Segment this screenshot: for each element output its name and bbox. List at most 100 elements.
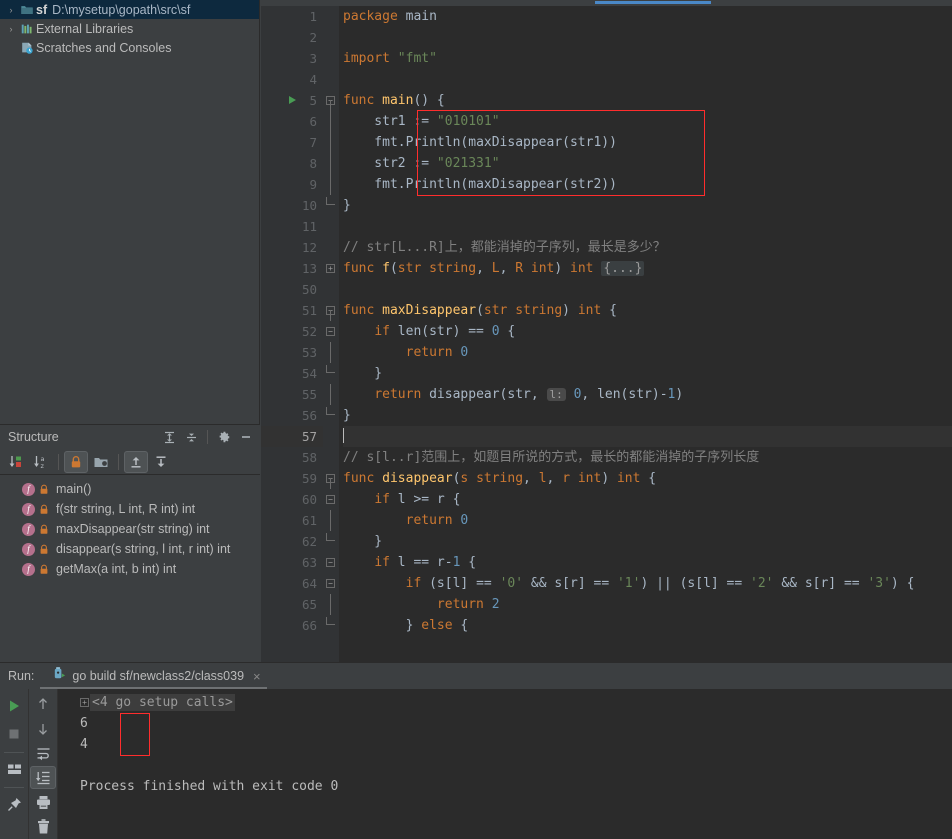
line-number[interactable]: 59: [261, 468, 323, 489]
code-line[interactable]: } else {: [343, 615, 952, 636]
code-line[interactable]: if len(str) == 0 {: [343, 321, 952, 342]
structure-list-item[interactable]: f disappear(s string, l int, r int) int: [0, 539, 260, 559]
fold-collapse-icon[interactable]: −: [326, 327, 335, 336]
code-line[interactable]: [343, 426, 952, 447]
collapse-all-icon[interactable]: [181, 427, 201, 447]
fold-marker[interactable]: [323, 132, 339, 153]
project-tree-row[interactable]: › External Libraries: [0, 19, 259, 38]
fold-marker[interactable]: [323, 405, 339, 426]
line-number[interactable]: 53: [261, 342, 323, 363]
arrow-up-icon[interactable]: [30, 693, 56, 715]
structure-list-item[interactable]: f maxDisappear(str string) int: [0, 519, 260, 539]
expand-all-icon[interactable]: [124, 450, 148, 473]
fold-marker[interactable]: [323, 342, 339, 363]
code-line[interactable]: // s[l..r]范围上，如题目所说的方式，最长的都能消掉的子序列长度: [343, 447, 952, 468]
code-line[interactable]: return 0: [343, 342, 952, 363]
code-line[interactable]: str2 := "021331": [343, 153, 952, 174]
run-gutter-icon[interactable]: [289, 96, 296, 104]
collapse-all-icon[interactable]: [149, 451, 173, 473]
fold-marker[interactable]: [323, 174, 339, 195]
trash-icon[interactable]: [30, 816, 56, 838]
fold-marker[interactable]: −: [323, 300, 339, 321]
line-number[interactable]: 9: [261, 174, 323, 195]
code-line[interactable]: [343, 279, 952, 300]
group-by-folder-icon[interactable]: [89, 451, 113, 473]
line-number[interactable]: 61: [261, 510, 323, 531]
chevron-right-icon[interactable]: ›: [4, 5, 18, 15]
project-tree-row[interactable]: Scratches and Consoles: [0, 38, 259, 57]
fold-marker[interactable]: [323, 615, 339, 636]
line-number-gutter[interactable]: 1 2 3 4 5 6 7 8 9 10 11 12 13 50 51 52 53 54 55 56 57 58 59 60 6…: [261, 6, 323, 662]
run-console-output[interactable]: + <4 go setup calls> 6 4 Process finished wi…: [58, 689, 952, 839]
fold-marker[interactable]: [323, 153, 339, 174]
fold-marker[interactable]: −: [323, 321, 339, 342]
fold-marker[interactable]: −: [323, 468, 339, 489]
fold-collapse-icon[interactable]: −: [326, 495, 335, 504]
structure-member-list[interactable]: f main() f f(str string, L int, R int) int f…: [0, 475, 260, 579]
expand-icon[interactable]: +: [80, 698, 89, 707]
code-line[interactable]: package main: [343, 6, 952, 27]
fold-end-icon[interactable]: [326, 533, 335, 541]
code-line[interactable]: if l == r-1 {: [343, 552, 952, 573]
settings-gear-icon[interactable]: [214, 427, 234, 447]
code-line[interactable]: func disappear(s string, l, r int) int {: [343, 468, 952, 489]
fold-end-icon[interactable]: [326, 617, 335, 625]
line-number[interactable]: 66: [261, 615, 323, 636]
code-line[interactable]: // str[L...R]上，都能消掉的子序列，最长是多少？: [343, 237, 952, 258]
code-line[interactable]: }: [343, 531, 952, 552]
sort-by-visibility-icon[interactable]: [4, 451, 28, 473]
soft-wrap-icon[interactable]: [30, 742, 56, 764]
code-line[interactable]: }: [343, 195, 952, 216]
line-number[interactable]: 10: [261, 195, 323, 216]
code-line[interactable]: func maxDisappear(str string) int {: [343, 300, 952, 321]
line-number[interactable]: 54: [261, 363, 323, 384]
minimize-icon[interactable]: [236, 427, 256, 447]
line-number[interactable]: 12: [261, 237, 323, 258]
pin-icon[interactable]: [1, 791, 27, 817]
line-number[interactable]: 63: [261, 552, 323, 573]
scroll-to-end-icon[interactable]: [30, 766, 56, 790]
fold-marker[interactable]: [323, 384, 339, 405]
line-number[interactable]: 57: [261, 426, 323, 447]
project-tree-row[interactable]: › sf D:\mysetup\gopath\src\sf: [0, 0, 259, 19]
code-line[interactable]: if (s[l] == '0' && s[r] == '1') || (s[l]…: [343, 573, 952, 594]
line-number[interactable]: 2: [261, 27, 323, 48]
code-line[interactable]: return 2: [343, 594, 952, 615]
fold-marker[interactable]: −: [323, 489, 339, 510]
code-line[interactable]: [343, 216, 952, 237]
line-number[interactable]: 58: [261, 447, 323, 468]
line-number[interactable]: 56: [261, 405, 323, 426]
stop-icon[interactable]: [1, 721, 27, 747]
fold-marker[interactable]: [323, 195, 339, 216]
show-non-public-icon[interactable]: [64, 450, 88, 473]
line-number[interactable]: 7: [261, 132, 323, 153]
fold-marker[interactable]: +: [323, 258, 339, 279]
line-number[interactable]: 8: [261, 153, 323, 174]
code-line[interactable]: return disappear(str, l: 0, len(str)-1): [343, 384, 952, 405]
line-number[interactable]: 4: [261, 69, 323, 90]
code-editor[interactable]: 1 2 3 4 5 6 7 8 9 10 11 12 13 50 51 52 53 54 55 56 57 58 59 60 6…: [261, 6, 952, 662]
line-number[interactable]: 13: [261, 258, 323, 279]
code-line[interactable]: func f(str string, L, R int) int {...}: [343, 258, 952, 279]
code-line[interactable]: str1 := "010101": [343, 111, 952, 132]
fold-end-icon[interactable]: [326, 365, 335, 373]
code-line[interactable]: if l >= r {: [343, 489, 952, 510]
arrow-down-icon[interactable]: [30, 717, 56, 739]
line-number[interactable]: 51: [261, 300, 323, 321]
fold-end-icon[interactable]: [326, 197, 335, 205]
fold-marker[interactable]: [323, 510, 339, 531]
expand-all-icon[interactable]: [159, 427, 179, 447]
code-line[interactable]: return 0: [343, 510, 952, 531]
project-tree[interactable]: › sf D:\mysetup\gopath\src\sf › External Lib…: [0, 0, 259, 57]
line-number[interactable]: 3: [261, 48, 323, 69]
code-line[interactable]: func main() {: [343, 90, 952, 111]
fold-marker[interactable]: [323, 531, 339, 552]
fold-marker[interactable]: [323, 363, 339, 384]
code-line[interactable]: [343, 69, 952, 90]
code-line[interactable]: [343, 27, 952, 48]
fold-marker[interactable]: −: [323, 552, 339, 573]
structure-list-item[interactable]: f main(): [0, 479, 260, 499]
fold-marker[interactable]: [323, 594, 339, 615]
sort-alphabetically-icon[interactable]: a z: [29, 451, 53, 473]
fold-marker[interactable]: −: [323, 573, 339, 594]
